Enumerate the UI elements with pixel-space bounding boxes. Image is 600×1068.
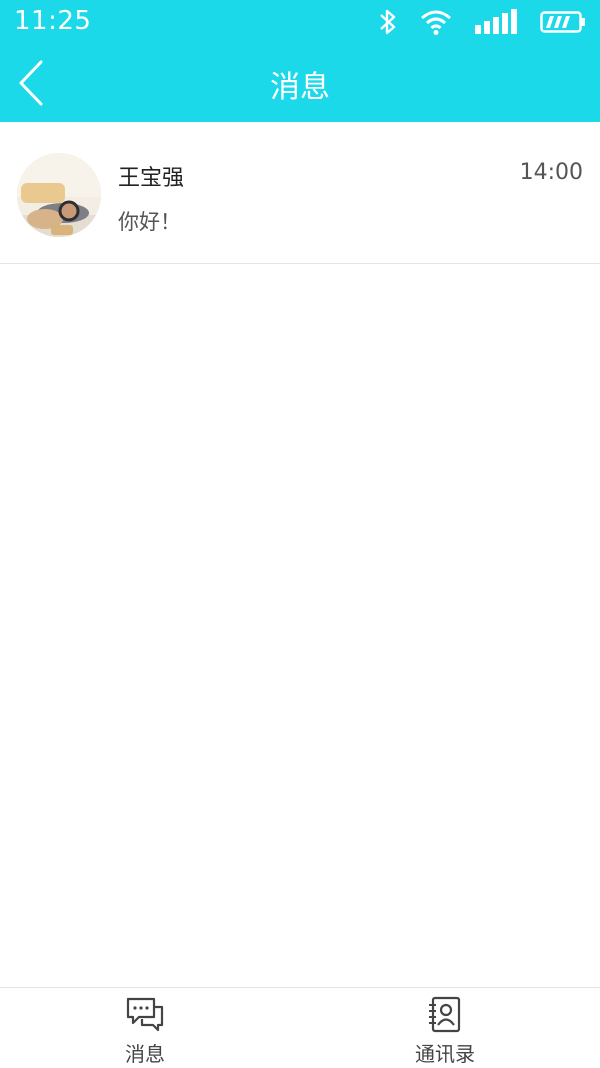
tab-messages[interactable]: 消息 bbox=[85, 996, 205, 1067]
status-bar: 11:25 bbox=[0, 0, 600, 44]
signal-icon bbox=[475, 9, 517, 34]
status-icons bbox=[378, 6, 586, 38]
message-preview: 你好！ bbox=[118, 210, 181, 234]
battery-icon bbox=[540, 11, 585, 33]
bluetooth-icon bbox=[380, 9, 396, 35]
avatar-photo bbox=[17, 153, 101, 237]
page-title: 消息 bbox=[270, 70, 330, 105]
tab-contacts[interactable]: 通讯录 bbox=[385, 996, 505, 1067]
status-time: 11:25 bbox=[14, 6, 92, 36]
conversation-row[interactable]: 王宝强 你好！ 14:00 bbox=[0, 122, 600, 264]
tab-label: 通讯录 bbox=[415, 1042, 475, 1066]
tab-label: 消息 bbox=[125, 1042, 165, 1066]
avatar bbox=[17, 153, 101, 237]
nav-bar: 消息 bbox=[0, 44, 600, 122]
message-time: 14:00 bbox=[519, 160, 583, 185]
contact-name: 王宝强 bbox=[118, 166, 185, 191]
wifi-icon bbox=[421, 10, 451, 35]
conversation-list: 王宝强 你好！ 14:00 bbox=[0, 122, 600, 264]
tab-bar: 消息 通讯录 bbox=[0, 987, 600, 1068]
contacts-icon bbox=[429, 996, 461, 1033]
chat-icon bbox=[126, 997, 164, 1032]
